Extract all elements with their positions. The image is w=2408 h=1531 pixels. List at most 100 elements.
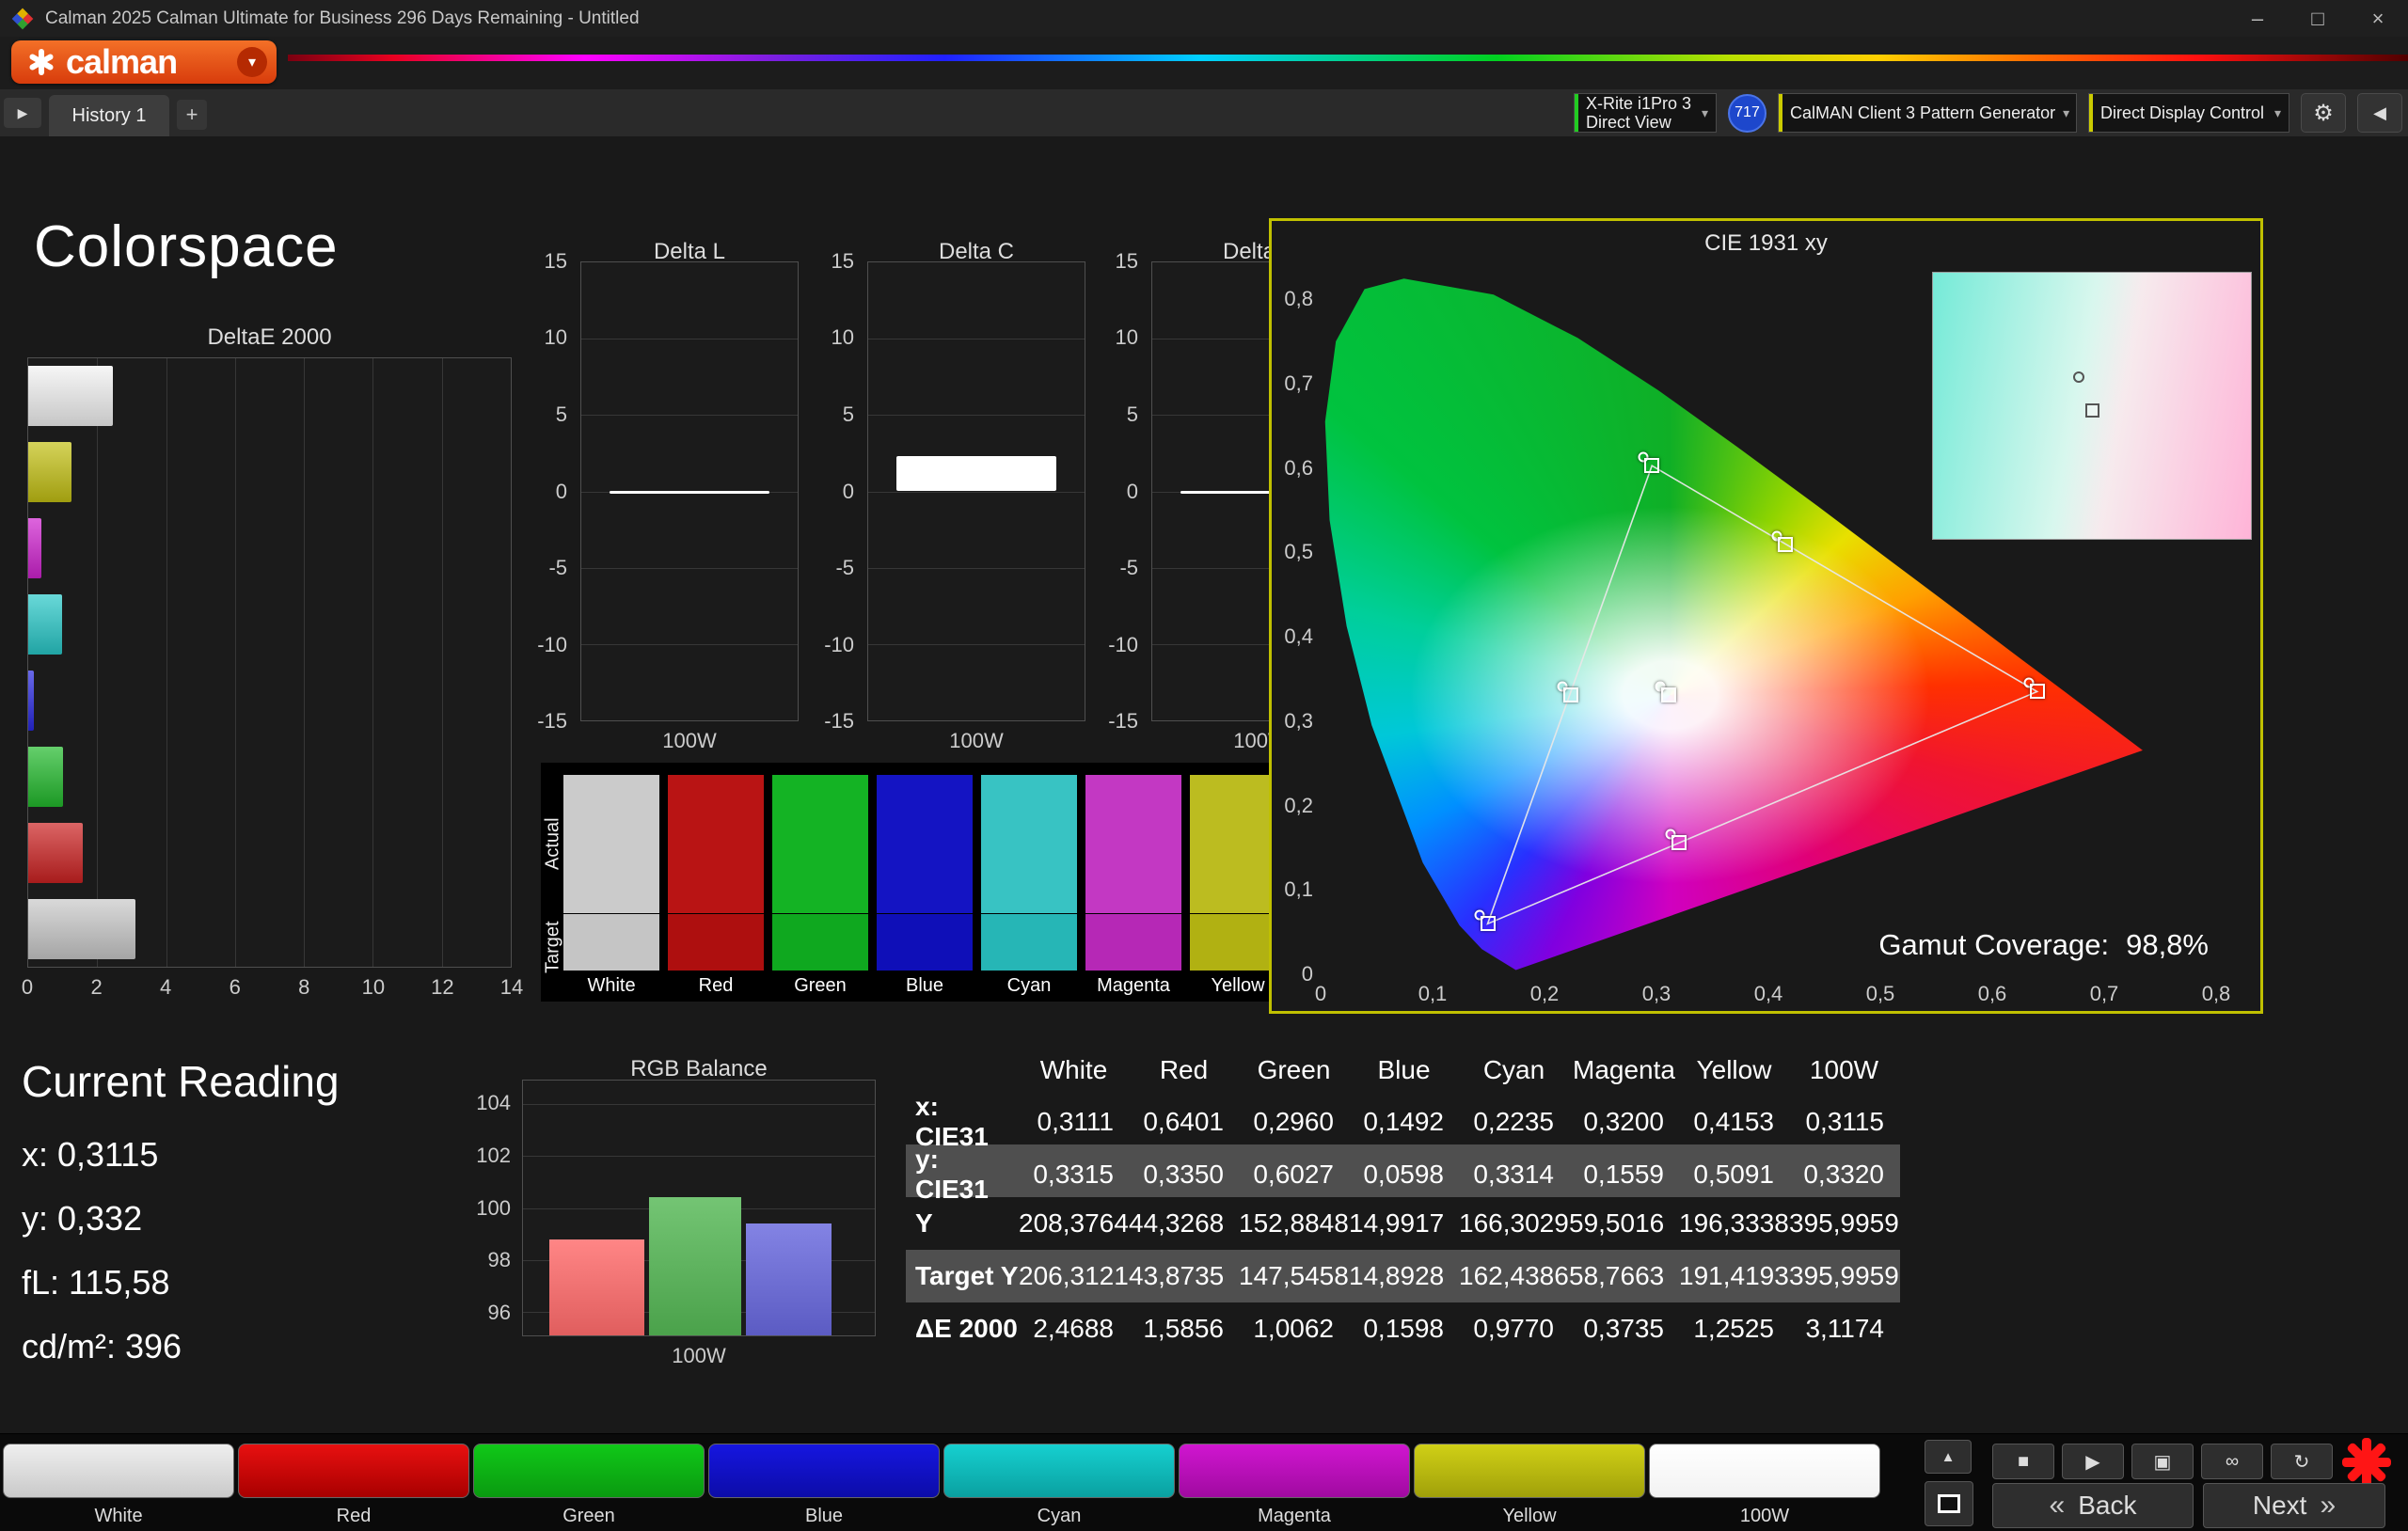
repeat-button[interactable]: ↻ [2271,1444,2333,1479]
axis-tick-label: 0 [21,975,34,999]
swatch-white: White [563,763,659,1002]
table-cell: 152,8848 [1239,1208,1349,1238]
row-label: x: CIE31 [915,1092,989,1151]
collapse-panel-button[interactable]: ◀ [2357,93,2402,133]
axis-tick-label: 0,4 [1753,982,1783,1005]
axis-tick-label: 0 [1301,962,1313,986]
pattern-window-icon: ▣ [2153,1451,2172,1473]
logo-row: calman ▾ [0,37,2408,89]
pattern-status-stripe [1779,94,1782,132]
axis-tick-label: 0,8 [2201,982,2231,1005]
close-icon[interactable]: × [2348,0,2408,37]
table-row: Y 208,3764 44,3268 152,8848 14,9917 166,3029 5… [906,1197,1900,1250]
swatch-blue: Blue [877,763,973,1002]
pattern-button-blue[interactable]: Blue [708,1444,940,1531]
table-cell: 395,9959 [1789,1261,1899,1290]
pattern-button-green[interactable]: Green [473,1444,705,1531]
axis-tick-label: 0,4 [1284,624,1313,649]
table-cell: 43,8735 [1129,1261,1225,1290]
table-cell: 0,0598 [1363,1160,1444,1189]
display-control-label: Direct Display Control [2100,103,2265,122]
pattern-button-magenta[interactable]: Magenta [1179,1444,1410,1531]
row-label: y: CIE31 [915,1144,989,1204]
delta-l-plot [580,261,799,721]
add-tab-button[interactable]: + [177,100,207,130]
white-point-measured-marker [2072,371,2084,383]
rainbow-divider [288,55,2408,61]
chevron-down-icon: ▾ [2273,104,2281,120]
axis-tick-label: 12 [431,975,454,999]
deltae-bar-white [28,366,114,427]
table-cell: 0,3315 [1033,1160,1114,1189]
next-button[interactable]: Next » [2203,1483,2385,1528]
deltae-bar-100w [28,898,136,959]
meter-dropdown[interactable]: X-Rite i1Pro 3 Direct View ▾ [1574,93,1717,133]
tab-history-1[interactable]: History 1 [49,95,169,136]
repeat-icon: ↻ [2293,1451,2310,1473]
pattern-button-yellow[interactable]: Yellow [1414,1444,1645,1531]
pattern-color-swatch [943,1444,1175,1498]
axis-tick-label: 104 [476,1091,511,1115]
display-control-dropdown[interactable]: Direct Display Control ▾ [2088,93,2289,133]
axis-tick-label: 8 [298,975,310,999]
axis-tick-label: 0,2 [1284,793,1313,817]
table-cell: 0,1598 [1363,1314,1444,1343]
axis-tick-label: 5 [842,402,854,426]
swatch-magenta: Magenta [1085,763,1181,1002]
axis-tick-label: 0,3 [1641,982,1671,1005]
pattern-button-cyan[interactable]: Cyan [943,1444,1175,1531]
chevron-double-left-icon: « [2049,1490,2066,1521]
minimize-icon[interactable]: – [2227,0,2288,37]
pattern-button-label: Yellow [1502,1506,1557,1526]
pattern-button-white[interactable]: White [3,1444,234,1531]
tab-nav-button[interactable]: ▶ [4,98,41,128]
settings-button[interactable]: ⚙ [2301,93,2346,133]
table-header-row: White Red Green Blue Cyan Magenta Yellow 100W [906,1049,1900,1092]
page-title: Colorspace [34,214,339,279]
pattern-window-button[interactable]: ▣ [2131,1444,2194,1479]
pattern-button-red[interactable]: Red [238,1444,469,1531]
chevron-up-icon: ▲ [1941,1448,1956,1465]
table-row: Target Y 206,3121 43,8735 147,5458 14,8928 16… [906,1250,1900,1302]
play-button[interactable]: ▶ [2062,1444,2124,1479]
maximize-icon[interactable]: □ [2288,0,2348,37]
reading-line: fL: 115,58 [22,1263,170,1302]
reading-line: cd/m²: 396 [22,1327,182,1365]
axis-tick-label: -5 [1119,555,1138,579]
row-label: Target Y [915,1261,1019,1290]
pattern-button-label: Magenta [1258,1506,1331,1526]
pattern-generator-dropdown[interactable]: CalMAN Client 3 Pattern Generator ▾ [1778,93,2077,133]
axis-tick-label: 5 [1126,402,1138,426]
deltae2000-chart-title: DeltaE 2000 [207,324,332,350]
swatch-red: Red [668,763,764,1002]
deltae-bar-magenta [28,518,41,579]
table-cell: 0,3314 [1473,1160,1554,1189]
chevron-down-icon: ▾ [237,47,267,77]
cie-point-yellow-target [1778,537,1794,553]
pattern-button-100w[interactable]: 100W [1649,1444,1880,1531]
expand-panel-button[interactable]: ▲ [1925,1440,1972,1474]
table-cell: 147,5458 [1239,1261,1349,1290]
column-header: Blue [1377,1055,1431,1084]
axis-tick-label: 15 [1115,249,1138,273]
calman-flower-icon [28,49,55,75]
back-button-label: Back [2078,1491,2137,1520]
swatch-target-color [877,914,973,971]
table-cell: 0,3350 [1143,1160,1224,1189]
table-cell: 3,1174 [1805,1314,1884,1343]
gamut-coverage-label: Gamut Coverage: [1878,928,2110,961]
gridline [523,1103,875,1105]
stop-button[interactable]: ■ [1992,1444,2054,1479]
pattern-window-button[interactable] [1925,1481,1973,1526]
next-button-label: Next [2252,1491,2307,1520]
window-frame-icon [1938,1494,1960,1513]
brand-name: calman [66,42,178,81]
calman-menu-button[interactable]: calman ▾ [11,40,277,84]
loop-button[interactable]: ∞ [2201,1444,2263,1479]
axis-tick-label: -10 [537,632,567,656]
axis-tick-label: 0,6 [1977,982,2007,1005]
table-row: x: CIE31 0,3111 0,6401 0,2960 0,1492 0,2235 0,… [906,1092,1900,1151]
back-button[interactable]: « Back [1992,1483,2194,1528]
axis-tick-label: -10 [824,632,854,656]
pattern-color-swatch [238,1444,469,1498]
